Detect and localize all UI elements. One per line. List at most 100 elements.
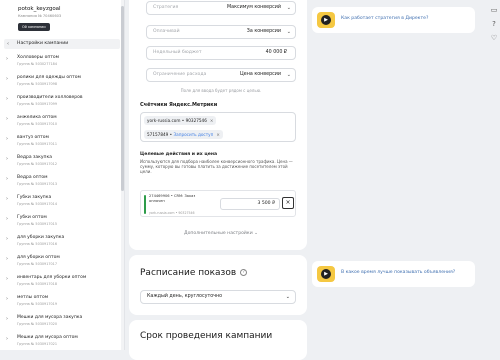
sidebar-item-label: вантуз оптом [17, 135, 49, 140]
sidebar-item[interactable]: › Ведра закупка Группа № 5030917012 [4, 155, 120, 175]
sidebar-item-group-id: Группа № 5030917016 [17, 242, 57, 246]
sidebar-item[interactable]: › Мешки для мусора закупка Группа № 503091… [4, 315, 120, 335]
chevron-right-icon: › [6, 236, 8, 242]
budget-label: Недельный бюджет [153, 50, 202, 55]
sidebar-item-group-id: Группа № 5030917015 [17, 222, 57, 226]
sidebar-item-group-id: Группа № 5030917099 [17, 102, 57, 106]
chevron-right-icon: › [6, 76, 8, 82]
comment-icon[interactable]: ▭ [490, 6, 498, 14]
sidebar-item[interactable]: › производители холловеров Группа № 503091… [4, 95, 120, 115]
chevron-left-icon: ‹ [7, 41, 9, 47]
sidebar-item-label: для уборки закупка [17, 235, 65, 240]
strategy-value: Максимум конверсий [227, 5, 281, 10]
sidebar-item-group-id: Группа № 5030917011 [17, 142, 57, 146]
chevron-down-icon: ⌄ [286, 29, 291, 35]
metrika-title: Счётчики Яндекс.Метрики [140, 102, 218, 108]
pay-value: За конверсии [246, 29, 281, 34]
sidebar-item[interactable]: › Мешки для мусора оптом Группа № 50309170… [4, 335, 120, 350]
sidebar-item-label: анжелика оптом [17, 115, 57, 120]
question-icon[interactable]: ? [240, 269, 248, 276]
chevron-right-icon: › [6, 256, 8, 262]
sidebar-item[interactable]: › Губки закупка Группа № 5030917014 [4, 195, 120, 215]
schedule-card [129, 255, 307, 315]
counter-tag: 57157849 • Запросить доступ × [144, 130, 223, 139]
schedule-select[interactable]: Каждый день, круглосуточно ⌄ [140, 290, 296, 304]
strategy-select[interactable]: Стратегия Максимум конверсий ⌄ [146, 1, 296, 15]
budget-value: 40 000 ₽ [265, 50, 287, 55]
sidebar-item-group-id: Группа № 5030917098 [17, 82, 57, 86]
chevron-right-icon: › [6, 296, 8, 302]
limit-value: Цена конверсии [240, 72, 281, 77]
sidebar-item-group-id: Группа № 5030917013 [17, 182, 57, 186]
chevron-right-icon: › [6, 276, 8, 282]
sidebar-item-group-id: Группа № 5030917021 [17, 342, 57, 346]
sidebar-item[interactable]: › Холловеры оптом Группа № 5030277184 [4, 55, 120, 75]
sidebar-item[interactable]: › Губки оптом Группа № 5030917015 [4, 215, 120, 235]
sidebar-item[interactable]: › вантуз оптом Группа № 5030917011 [4, 135, 120, 155]
chevron-right-icon: › [6, 96, 8, 102]
request-access-link[interactable]: Запросить доступ [173, 132, 213, 137]
close-icon: × [285, 199, 291, 206]
goal-indicator [144, 195, 146, 214]
goal-counter: york-russia.com • 90327546 [149, 211, 195, 215]
goals-description: Используются для подбора наиболее конвер… [140, 159, 293, 175]
remove-goal-button[interactable]: × [282, 197, 294, 209]
sidebar-item[interactable]: › метлы оптом Группа № 5030917019 [4, 295, 120, 315]
chevron-right-icon: › [6, 316, 8, 322]
advanced-settings-toggle[interactable]: Дополнительные настройки ⌄ [146, 231, 296, 236]
chevron-right-icon: › [6, 176, 8, 182]
sidebar-item-group-id: Группа № 5030917019 [17, 302, 57, 306]
goal-row: 274469906 • CRM: Заказ оплачен york-russ… [140, 190, 296, 217]
help-card-strategy[interactable]: ▶ Как работает стратегия в Директе? [312, 7, 475, 33]
metrika-counters-box[interactable]: york-russia.com • 90327546 × 57157849 • З… [140, 112, 296, 142]
chevron-right-icon: › [6, 116, 8, 122]
sidebar-item-label: Ведра оптом [17, 175, 48, 180]
chevron-right-icon: › [6, 216, 8, 222]
sidebar-item[interactable]: › Ведра оптом Группа № 5030917013 [4, 175, 120, 195]
sidebar-item-label: Губки оптом [17, 215, 47, 220]
schedule-value: Каждый день, круглосуточно [147, 294, 223, 299]
sidebar-item-label: производители холловеров [17, 95, 83, 100]
budget-input[interactable]: Недельный бюджет 40 000 ₽ [146, 46, 296, 60]
chevron-right-icon: › [6, 196, 8, 202]
schedule-title-text: Расписание показов [140, 268, 237, 278]
chevron-right-icon: › [6, 136, 8, 142]
counter-label: york-russia.com • 90327546 [147, 118, 207, 123]
campaign-badge[interactable]: Ой кампании [18, 23, 50, 31]
sidebar-item[interactable]: › ролики для одежды оптом Группа № 5030917… [4, 75, 120, 95]
goal-price-value: 3 500 ₽ [257, 201, 275, 206]
counter-label: 57157849 • [147, 132, 173, 137]
counter-tag: york-russia.com • 90327546 × [144, 116, 217, 125]
pay-select[interactable]: Оплачивай За конверсии ⌄ [146, 25, 296, 39]
sidebar-item-label: Мешки для мусора закупка [17, 315, 83, 320]
sidebar-item[interactable]: › для уборки закупка Группа № 5030917016 [4, 235, 120, 255]
limit-select[interactable]: Ограничение расхода Цена конверсии ⌄ [146, 68, 296, 82]
limit-hint: Поле для ввода будет рядом с целью. [180, 88, 262, 93]
scrollbar-thumb[interactable] [121, 6, 124, 191]
help-card-label: В какое время лучше показывать объявлени… [341, 270, 456, 275]
sidebar-item-label: Губки закупка [17, 195, 52, 200]
sidebar-item[interactable]: › анжелика оптом Группа № 5030917010 [4, 115, 120, 135]
sidebar-item-label: Настройки кампании [17, 41, 69, 46]
thumb-up-icon[interactable]: ♡ [490, 34, 498, 42]
close-icon[interactable]: × [210, 118, 214, 123]
schedule-title: Расписание показов? [140, 268, 248, 278]
chevron-down-icon: ⌄ [286, 5, 291, 11]
help-card-schedule[interactable]: ▶ В какое время лучше показывать объявле… [312, 261, 475, 287]
sidebar-item[interactable]: › для уборки оптом Группа № 5030917017 [4, 255, 120, 275]
question-icon[interactable]: ? [490, 20, 498, 28]
chevron-down-icon: ⌄ [254, 231, 259, 236]
goal-price-input[interactable]: 3 500 ₽ [220, 198, 280, 210]
sidebar-scrollbar[interactable] [121, 0, 124, 350]
close-icon[interactable]: × [216, 132, 220, 137]
sidebar-item-label: Мешки для мусора оптом [17, 335, 78, 340]
sidebar-item-group-id: Группа № 5030917018 [17, 282, 57, 286]
sidebar-item[interactable]: › инвентарь для уборки оптом Группа № 5030… [4, 275, 120, 295]
sidebar-item-campaign-settings[interactable]: ‹ Настройки кампании [4, 39, 120, 49]
sidebar-item-label: для уборки оптом [17, 255, 60, 260]
account-login[interactable]: potok_keyzgoal [18, 6, 61, 12]
campaign-id: Кампания № 70460603 [18, 14, 62, 18]
sidebar-item-label: инвентарь для уборки оптом [17, 275, 87, 280]
sidebar-item-label: ролики для одежды оптом [17, 75, 81, 80]
sidebar-item-group-id: Группа № 5030917017 [17, 262, 57, 266]
